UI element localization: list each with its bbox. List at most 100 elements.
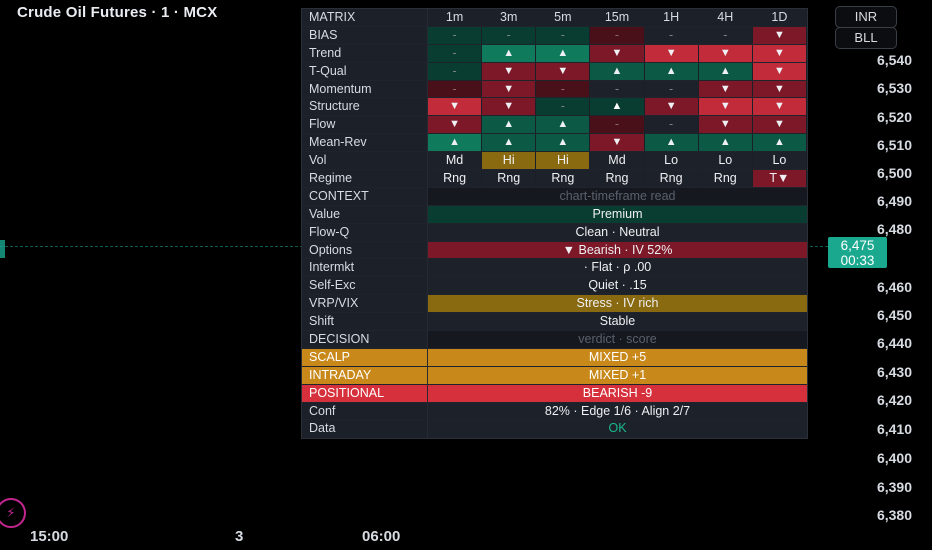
verdict-value: MIXED +1 <box>428 366 807 384</box>
signal-cell: - <box>428 62 483 80</box>
price-tick: 6,530 <box>876 80 912 96</box>
signal-cell: ▼ <box>698 116 753 134</box>
decision-header-row: DECISION verdict · score <box>302 331 807 349</box>
row-label: Shift <box>302 313 428 331</box>
row-label: BIAS <box>302 26 428 44</box>
row-label: Self-Exc <box>302 277 428 295</box>
signal-cell: ▲ <box>428 134 483 152</box>
timeframe-header: 5m <box>536 9 591 26</box>
signal-cell: Rng <box>698 170 753 187</box>
signal-cell: - <box>428 44 483 62</box>
row-label: VRP/VIX <box>302 295 428 313</box>
timeframe-header: 15m <box>590 9 645 26</box>
price-tick: 6,500 <box>876 165 912 181</box>
signal-cell: - <box>590 116 645 134</box>
row-label: Intermkt <box>302 259 428 277</box>
signal-cell: ▲ <box>482 134 537 152</box>
signal-cell: T▼ <box>752 170 807 187</box>
signal-dashboard: MATRIX 1m 3m 5m 15m 1H 4H 1D BIAS - - - … <box>301 8 808 440</box>
signal-cell: - <box>644 116 699 134</box>
signal-cell: ▲ <box>752 134 807 152</box>
decision-row-conf: Conf 82% · Edge 1/6 · Align 2/7 <box>302 402 807 421</box>
context-row-value: Value Premium <box>302 205 807 224</box>
timeframe-header: 4H <box>698 9 753 26</box>
matrix-row-trend: Trend - ▲ ▲ ▼ ▼ ▼ ▼ <box>302 44 807 63</box>
row-label: Conf <box>302 402 428 420</box>
signal-cell: Lo <box>752 152 807 170</box>
signal-cell: ▲ <box>644 62 699 80</box>
signal-cell: - <box>536 26 591 44</box>
context-row-intermkt: Intermkt · Flat · ρ .00 <box>302 259 807 278</box>
signal-cell: ▼ <box>644 98 699 116</box>
context-value: Clean · Neutral <box>428 223 807 241</box>
signal-cell: ▲ <box>536 134 591 152</box>
signal-cell: ▼ <box>590 134 645 152</box>
price-tick: 6,380 <box>876 507 912 523</box>
signal-cell: ▼ <box>698 44 753 62</box>
matrix-row-tqual: T-Qual - ▼ ▼ ▲ ▲ ▲ ▼ <box>302 62 807 81</box>
decision-row-scalp: SCALP MIXED +5 <box>302 348 807 367</box>
context-row-options: Options ▼ Bearish · IV 52% <box>302 241 807 260</box>
price-tick: 6,430 <box>876 364 912 380</box>
row-label: T-Qual <box>302 62 428 80</box>
signal-cell: - <box>590 80 645 98</box>
row-label: Flow <box>302 116 428 134</box>
row-label: Regime <box>302 170 428 187</box>
matrix-row-flow: Flow ▼ ▲ ▲ - - ▼ ▼ <box>302 116 807 135</box>
signal-cell: Rng <box>590 170 645 187</box>
data-status: OK <box>428 420 807 439</box>
row-label: Options <box>302 241 428 259</box>
signal-cell: ▲ <box>644 134 699 152</box>
confidence-value: 82% · Edge 1/6 · Align 2/7 <box>428 402 807 420</box>
price-tick: 6,460 <box>876 279 912 295</box>
decision-row-data: Data OK <box>302 420 807 439</box>
signal-cell: - <box>644 26 699 44</box>
last-price-label: 6,475 00:33 <box>828 237 887 268</box>
lightning-icon[interactable]: ⚡ <box>0 498 26 528</box>
price-tick: 6,480 <box>876 221 912 237</box>
matrix-row-vol: Vol Md Hi Hi Md Lo Lo Lo <box>302 152 807 171</box>
signal-cell: ▼ <box>752 80 807 98</box>
signal-cell: Md <box>590 152 645 170</box>
price-tick: 6,420 <box>876 392 912 408</box>
decision-row-positional: POSITIONAL BEARISH -9 <box>302 384 807 403</box>
signal-cell: ▲ <box>536 44 591 62</box>
price-tick: 6,520 <box>876 109 912 125</box>
price-tick: 6,410 <box>876 421 912 437</box>
context-subheader: chart-timeframe read <box>428 187 807 205</box>
signal-cell: ▼ <box>428 116 483 134</box>
context-header-row: CONTEXT chart-timeframe read <box>302 187 807 206</box>
signal-cell: ▲ <box>590 98 645 116</box>
signal-cell: ▼ <box>752 62 807 80</box>
row-label: Structure <box>302 98 428 116</box>
matrix-row-bias: BIAS - - - - - - ▼ <box>302 26 807 45</box>
signal-cell: - <box>428 26 483 44</box>
signal-cell: ▼ <box>536 62 591 80</box>
signal-cell: ▼ <box>644 44 699 62</box>
context-value: ▼ Bearish · IV 52% <box>428 241 807 259</box>
signal-cell: ▼ <box>752 26 807 44</box>
signal-cell: ▼ <box>482 62 537 80</box>
row-label: SCALP <box>302 348 428 366</box>
signal-cell: - <box>536 98 591 116</box>
signal-cell: - <box>590 26 645 44</box>
signal-cell: - <box>428 80 483 98</box>
signal-cell: - <box>698 26 753 44</box>
signal-cell: ▼ <box>590 44 645 62</box>
context-row-shift: Shift Stable <box>302 313 807 332</box>
price-tick: 6,440 <box>876 335 912 351</box>
signal-cell: ▼ <box>752 116 807 134</box>
context-header: CONTEXT <box>302 187 428 205</box>
signal-cell: ▼ <box>428 98 483 116</box>
verdict-value: MIXED +5 <box>428 348 807 366</box>
signal-cell: Rng <box>536 170 591 187</box>
signal-cell: ▲ <box>482 116 537 134</box>
timeframe-header: 3m <box>482 9 537 26</box>
price-tick: 6,510 <box>876 137 912 153</box>
context-row-selfexc: Self-Exc Quiet · .15 <box>302 277 807 296</box>
price-axis[interactable]: 6,540 6,530 6,520 6,510 6,500 6,490 6,48… <box>838 0 932 550</box>
signal-cell: Lo <box>698 152 753 170</box>
chart-title: Crude Oil Futures · 1 · MCX <box>17 4 218 21</box>
signal-cell: - <box>644 80 699 98</box>
signal-cell: - <box>482 26 537 44</box>
